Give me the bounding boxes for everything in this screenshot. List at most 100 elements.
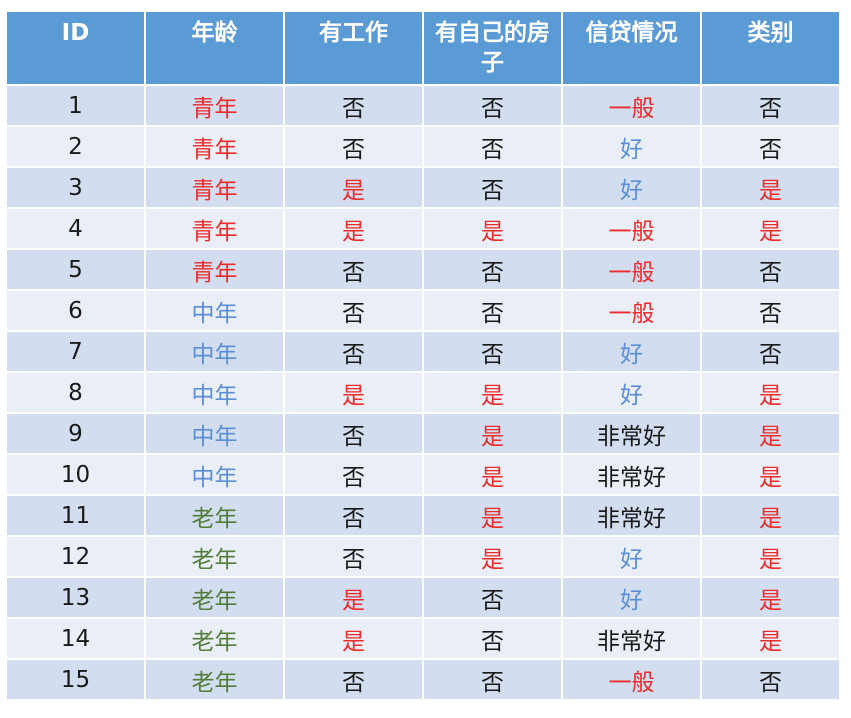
cell-id: 7 (7, 332, 144, 371)
cell-age: 老年 (146, 496, 283, 535)
cell-own-house: 是 (424, 414, 561, 453)
cell-age: 中年 (146, 455, 283, 494)
cell-age: 中年 (146, 332, 283, 371)
table-row: 11 老年否是非常好是 (7, 496, 839, 535)
table-row: 5 青年否否一般否 (7, 250, 839, 289)
cell-own-house: 否 (424, 332, 561, 371)
cell-has-job: 是 (285, 209, 422, 248)
cell-credit: 好 (563, 332, 700, 371)
cell-class: 是 (702, 209, 839, 248)
cell-own-house: 是 (424, 537, 561, 576)
cell-class: 是 (702, 537, 839, 576)
cell-age: 中年 (146, 291, 283, 330)
cell-id: 4 (7, 209, 144, 248)
cell-id: 11 (7, 496, 144, 535)
cell-class: 是 (702, 168, 839, 207)
table-row: 2 青年否否好否 (7, 127, 839, 166)
table-row: 6 中年否否一般否 (7, 291, 839, 330)
cell-class: 是 (702, 373, 839, 412)
cell-own-house: 否 (424, 168, 561, 207)
cell-credit: 一般 (563, 660, 700, 699)
cell-has-job: 否 (285, 127, 422, 166)
cell-own-house: 是 (424, 496, 561, 535)
cell-has-job: 否 (285, 660, 422, 699)
cell-id: 9 (7, 414, 144, 453)
cell-age: 中年 (146, 414, 283, 453)
cell-id: 10 (7, 455, 144, 494)
cell-has-job: 否 (285, 291, 422, 330)
table-container: ID 年龄 有工作 有自己的房子 信贷情况 类别 1 青年否否一般否 2 青年否否好否… (5, 10, 839, 701)
cell-has-job: 是 (285, 578, 422, 617)
cell-has-job: 是 (285, 619, 422, 658)
cell-own-house: 否 (424, 127, 561, 166)
cell-age: 青年 (146, 168, 283, 207)
table-row: 7 中年否否好否 (7, 332, 839, 371)
cell-class: 是 (702, 414, 839, 453)
cell-own-house: 否 (424, 250, 561, 289)
cell-credit: 好 (563, 578, 700, 617)
table-row: 10 中年否是非常好是 (7, 455, 839, 494)
cell-class: 否 (702, 127, 839, 166)
cell-age: 青年 (146, 86, 283, 125)
cell-id: 5 (7, 250, 144, 289)
cell-credit: 一般 (563, 86, 700, 125)
cell-credit: 好 (563, 537, 700, 576)
cell-id: 8 (7, 373, 144, 412)
cell-age: 青年 (146, 250, 283, 289)
table-row: 13 老年是否好是 (7, 578, 839, 617)
cell-id: 14 (7, 619, 144, 658)
header-row: ID 年龄 有工作 有自己的房子 信贷情况 类别 (7, 12, 839, 84)
cell-class: 是 (702, 578, 839, 617)
cell-class: 否 (702, 86, 839, 125)
cell-id: 13 (7, 578, 144, 617)
cell-id: 15 (7, 660, 144, 699)
cell-id: 12 (7, 537, 144, 576)
table-row: 15 老年否否一般否 (7, 660, 839, 699)
table-row: 1 青年否否一般否 (7, 86, 839, 125)
cell-id: 6 (7, 291, 144, 330)
cell-has-job: 否 (285, 455, 422, 494)
cell-class: 是 (702, 496, 839, 535)
cell-age: 中年 (146, 373, 283, 412)
cell-own-house: 否 (424, 291, 561, 330)
cell-id: 1 (7, 86, 144, 125)
table-row: 9 中年否是非常好是 (7, 414, 839, 453)
header-has-job: 有工作 (285, 12, 422, 84)
cell-age: 老年 (146, 537, 283, 576)
cell-id: 3 (7, 168, 144, 207)
table-row: 8 中年是是好是 (7, 373, 839, 412)
cell-credit: 一般 (563, 250, 700, 289)
cell-class: 是 (702, 619, 839, 658)
cell-age: 青年 (146, 127, 283, 166)
cell-credit: 非常好 (563, 414, 700, 453)
cell-credit: 非常好 (563, 619, 700, 658)
cell-age: 老年 (146, 660, 283, 699)
cell-class: 否 (702, 660, 839, 699)
cell-credit: 非常好 (563, 496, 700, 535)
cell-age: 青年 (146, 209, 283, 248)
cell-own-house: 是 (424, 209, 561, 248)
table-row: 3 青年是否好是 (7, 168, 839, 207)
table-row: 4 青年是是一般是 (7, 209, 839, 248)
cell-has-job: 否 (285, 86, 422, 125)
table-row: 12 老年否是好是 (7, 537, 839, 576)
cell-credit: 一般 (563, 291, 700, 330)
cell-own-house: 否 (424, 578, 561, 617)
cell-own-house: 否 (424, 86, 561, 125)
dataset-table: ID 年龄 有工作 有自己的房子 信贷情况 类别 1 青年否否一般否 2 青年否否好否… (5, 10, 841, 701)
cell-id: 2 (7, 127, 144, 166)
cell-own-house: 否 (424, 660, 561, 699)
table-row: 14 老年是否非常好是 (7, 619, 839, 658)
cell-credit: 好 (563, 127, 700, 166)
header-age: 年龄 (146, 12, 283, 84)
cell-has-job: 否 (285, 537, 422, 576)
cell-credit: 非常好 (563, 455, 700, 494)
cell-own-house: 否 (424, 619, 561, 658)
cell-has-job: 否 (285, 250, 422, 289)
cell-class: 否 (702, 250, 839, 289)
cell-class: 否 (702, 291, 839, 330)
cell-class: 是 (702, 455, 839, 494)
cell-has-job: 否 (285, 496, 422, 535)
header-id: ID (7, 12, 144, 84)
cell-credit: 一般 (563, 209, 700, 248)
